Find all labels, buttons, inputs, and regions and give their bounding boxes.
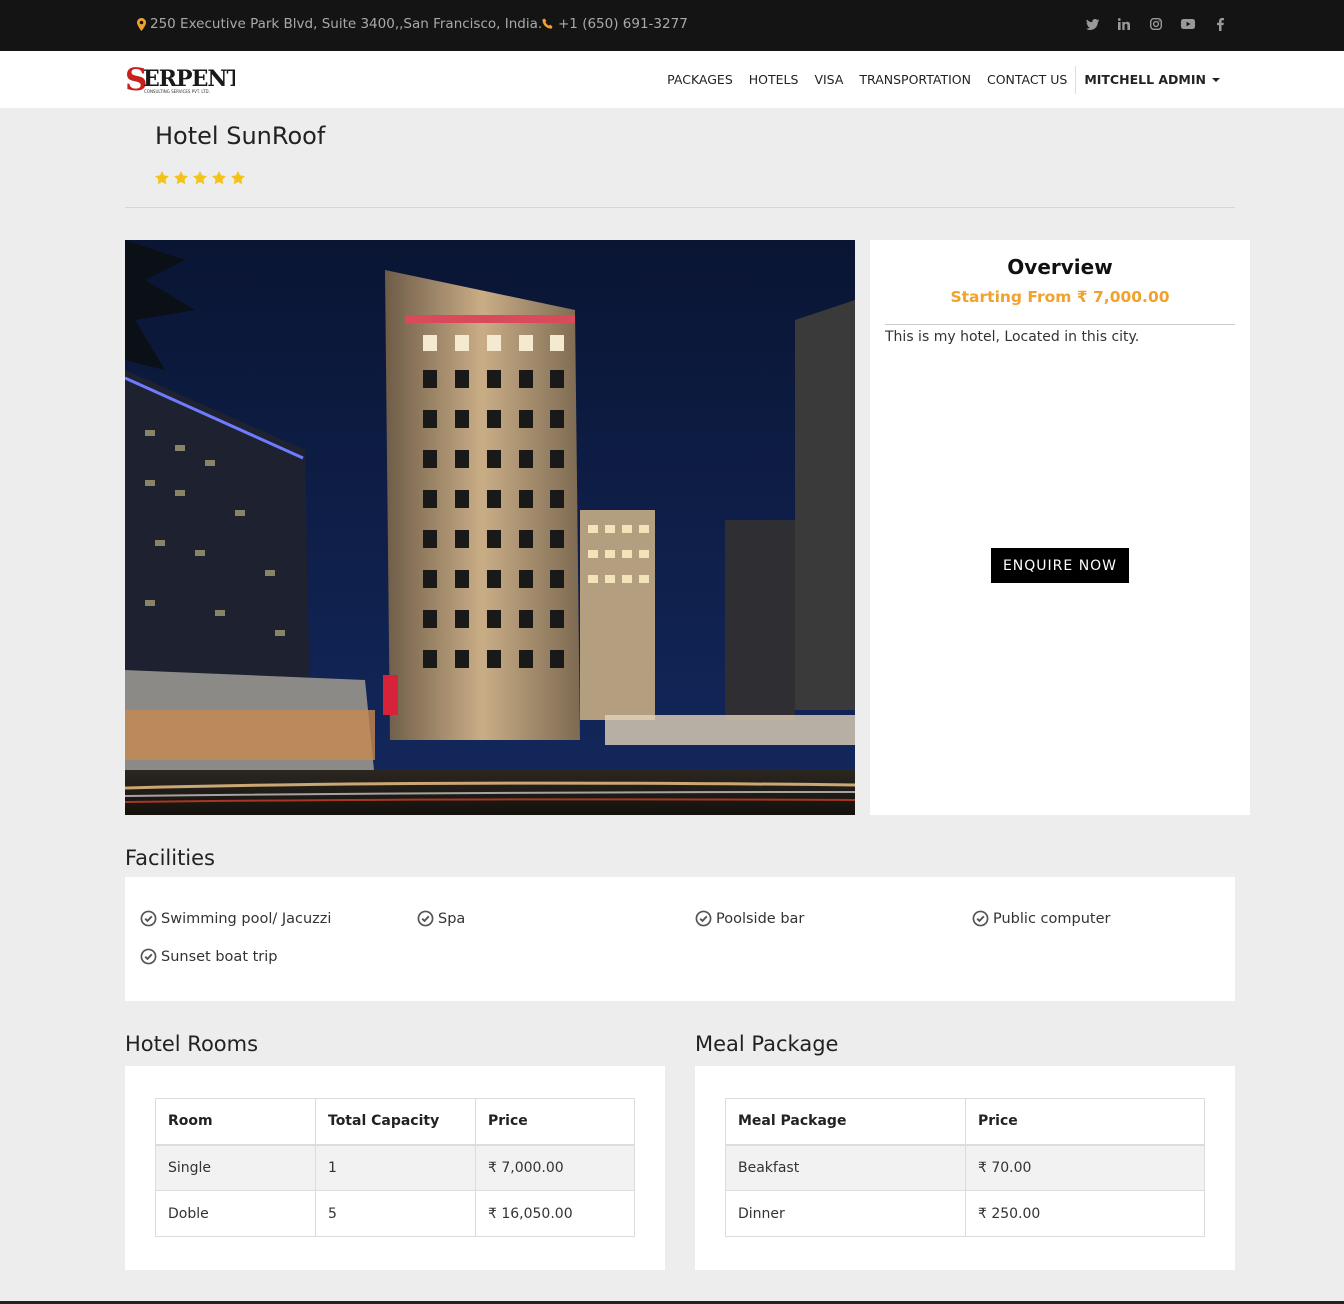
meal-name-cell: Beakfast — [725, 1144, 966, 1191]
room-name-cell: Doble — [155, 1190, 316, 1237]
facility-item: Spa — [417, 910, 465, 927]
meal-price-cell: ₹ 70.00 — [965, 1144, 1205, 1191]
logo-subtext: CONSULTING SERVICES PVT. LTD. — [144, 89, 210, 94]
title-divider — [125, 207, 1235, 208]
facility-item: Swimming pool/ Jacuzzi — [140, 910, 331, 927]
overview-divider — [885, 324, 1235, 325]
youtube-icon[interactable] — [1180, 15, 1196, 33]
check-circle-icon — [417, 910, 434, 927]
column-header: Total Capacity — [315, 1098, 476, 1146]
hotel-rooms-title: Hotel Rooms — [125, 1032, 259, 1056]
map-marker-icon — [137, 17, 146, 31]
rooms-table: Room Total Capacity Price Single 1 ₹ 7,0… — [155, 1098, 635, 1237]
facility-item: Public computer — [972, 910, 1110, 927]
room-capacity-cell: 1 — [315, 1144, 476, 1191]
nav-packages[interactable]: PACKAGES — [659, 72, 741, 87]
nav-visa[interactable]: VISA — [806, 72, 851, 87]
room-price-cell: ₹ 7,000.00 — [475, 1144, 635, 1191]
hotel-photo — [125, 240, 855, 815]
check-circle-icon — [695, 910, 712, 927]
room-name-cell: Single — [155, 1144, 316, 1191]
caret-down-icon — [1212, 77, 1220, 82]
star-icon — [154, 170, 170, 186]
table-header-row: Room Total Capacity Price — [155, 1098, 635, 1146]
column-header: Price — [965, 1098, 1205, 1146]
overview-panel: Overview Starting From ₹ 7,000.00 This i… — [870, 240, 1250, 815]
nav-contact-us[interactable]: CONTACT US — [979, 72, 1075, 87]
serpent-logo[interactable]: S ERPENT CONSULTING SERVICES PVT. LTD. — [125, 62, 244, 98]
facility-label: Public computer — [993, 910, 1111, 927]
facilities-title: Facilities — [125, 846, 215, 870]
facility-label: Swimming pool/ Jacuzzi — [161, 910, 332, 927]
hotel-name: Hotel SunRoof — [155, 122, 326, 150]
user-name: MITCHELL ADMIN — [1084, 72, 1206, 87]
starting-price: Starting From ₹ 7,000.00 — [950, 288, 1170, 306]
table-header-row: Meal Package Price — [725, 1098, 1205, 1146]
star-icon — [173, 170, 189, 186]
star-icon — [211, 170, 227, 186]
meal-package-panel: Meal Package Price Beakfast ₹ 70.00 Dinn… — [695, 1066, 1235, 1270]
star-icon — [192, 170, 208, 186]
top-info-bar: 250 Executive Park Blvd, Suite 3400,,San… — [0, 0, 1344, 51]
meals-table: Meal Package Price Beakfast ₹ 70.00 Dinn… — [725, 1098, 1205, 1237]
table-row: Beakfast ₹ 70.00 — [725, 1144, 1205, 1191]
hotel-description: This is my hotel, Located in this city. — [885, 329, 1140, 345]
star-icon — [230, 170, 246, 186]
enquire-now-button[interactable]: ENQUIRE NOW — [991, 548, 1129, 583]
column-header: Meal Package — [725, 1098, 966, 1146]
linkedin-icon[interactable] — [1116, 15, 1132, 33]
table-row: Dinner ₹ 250.00 — [725, 1190, 1205, 1237]
column-header: Price — [475, 1098, 635, 1146]
facility-item: Poolside bar — [695, 910, 804, 927]
column-header: Room — [155, 1098, 316, 1146]
nav-transportation[interactable]: TRANSPORTATION — [851, 72, 979, 87]
address-info: 250 Executive Park Blvd, Suite 3400,,San… — [137, 16, 542, 32]
twitter-icon[interactable] — [1084, 15, 1100, 33]
phone-text[interactable]: +1 (650) 691-3277 — [558, 16, 688, 32]
facilities-panel: Swimming pool/ Jacuzzi Spa Poolside bar … — [125, 877, 1235, 1001]
social-links — [1084, 15, 1228, 33]
star-rating — [154, 170, 246, 186]
meal-package-title: Meal Package — [695, 1032, 839, 1056]
room-capacity-cell: 5 — [315, 1190, 476, 1237]
nav-menu: PACKAGES HOTELS VISA TRANSPORTATION CONT… — [659, 51, 1228, 108]
main-navbar: S ERPENT CONSULTING SERVICES PVT. LTD. P… — [0, 51, 1344, 108]
table-row: Single 1 ₹ 7,000.00 — [155, 1144, 635, 1191]
table-row: Doble 5 ₹ 16,050.00 — [155, 1190, 635, 1237]
check-circle-icon — [140, 948, 157, 965]
hotel-rooms-panel: Room Total Capacity Price Single 1 ₹ 7,0… — [125, 1066, 665, 1270]
room-price-cell: ₹ 16,050.00 — [475, 1190, 635, 1237]
facebook-icon[interactable] — [1212, 15, 1228, 33]
meal-name-cell: Dinner — [725, 1190, 966, 1237]
overview-title: Overview — [1007, 255, 1113, 279]
address-text: 250 Executive Park Blvd, Suite 3400,,San… — [150, 16, 543, 32]
facility-label: Sunset boat trip — [161, 948, 278, 965]
nav-hotels[interactable]: HOTELS — [741, 72, 807, 87]
check-circle-icon — [140, 910, 157, 927]
phone-icon — [542, 18, 553, 29]
check-circle-icon — [972, 910, 989, 927]
instagram-icon[interactable] — [1148, 15, 1164, 33]
facility-label: Poolside bar — [716, 910, 805, 927]
facility-item: Sunset boat trip — [140, 948, 278, 965]
meal-price-cell: ₹ 250.00 — [965, 1190, 1205, 1237]
user-menu-dropdown[interactable]: MITCHELL ADMIN — [1076, 72, 1228, 87]
facility-label: Spa — [438, 910, 466, 927]
phone-info: +1 (650) 691-3277 — [542, 16, 688, 32]
